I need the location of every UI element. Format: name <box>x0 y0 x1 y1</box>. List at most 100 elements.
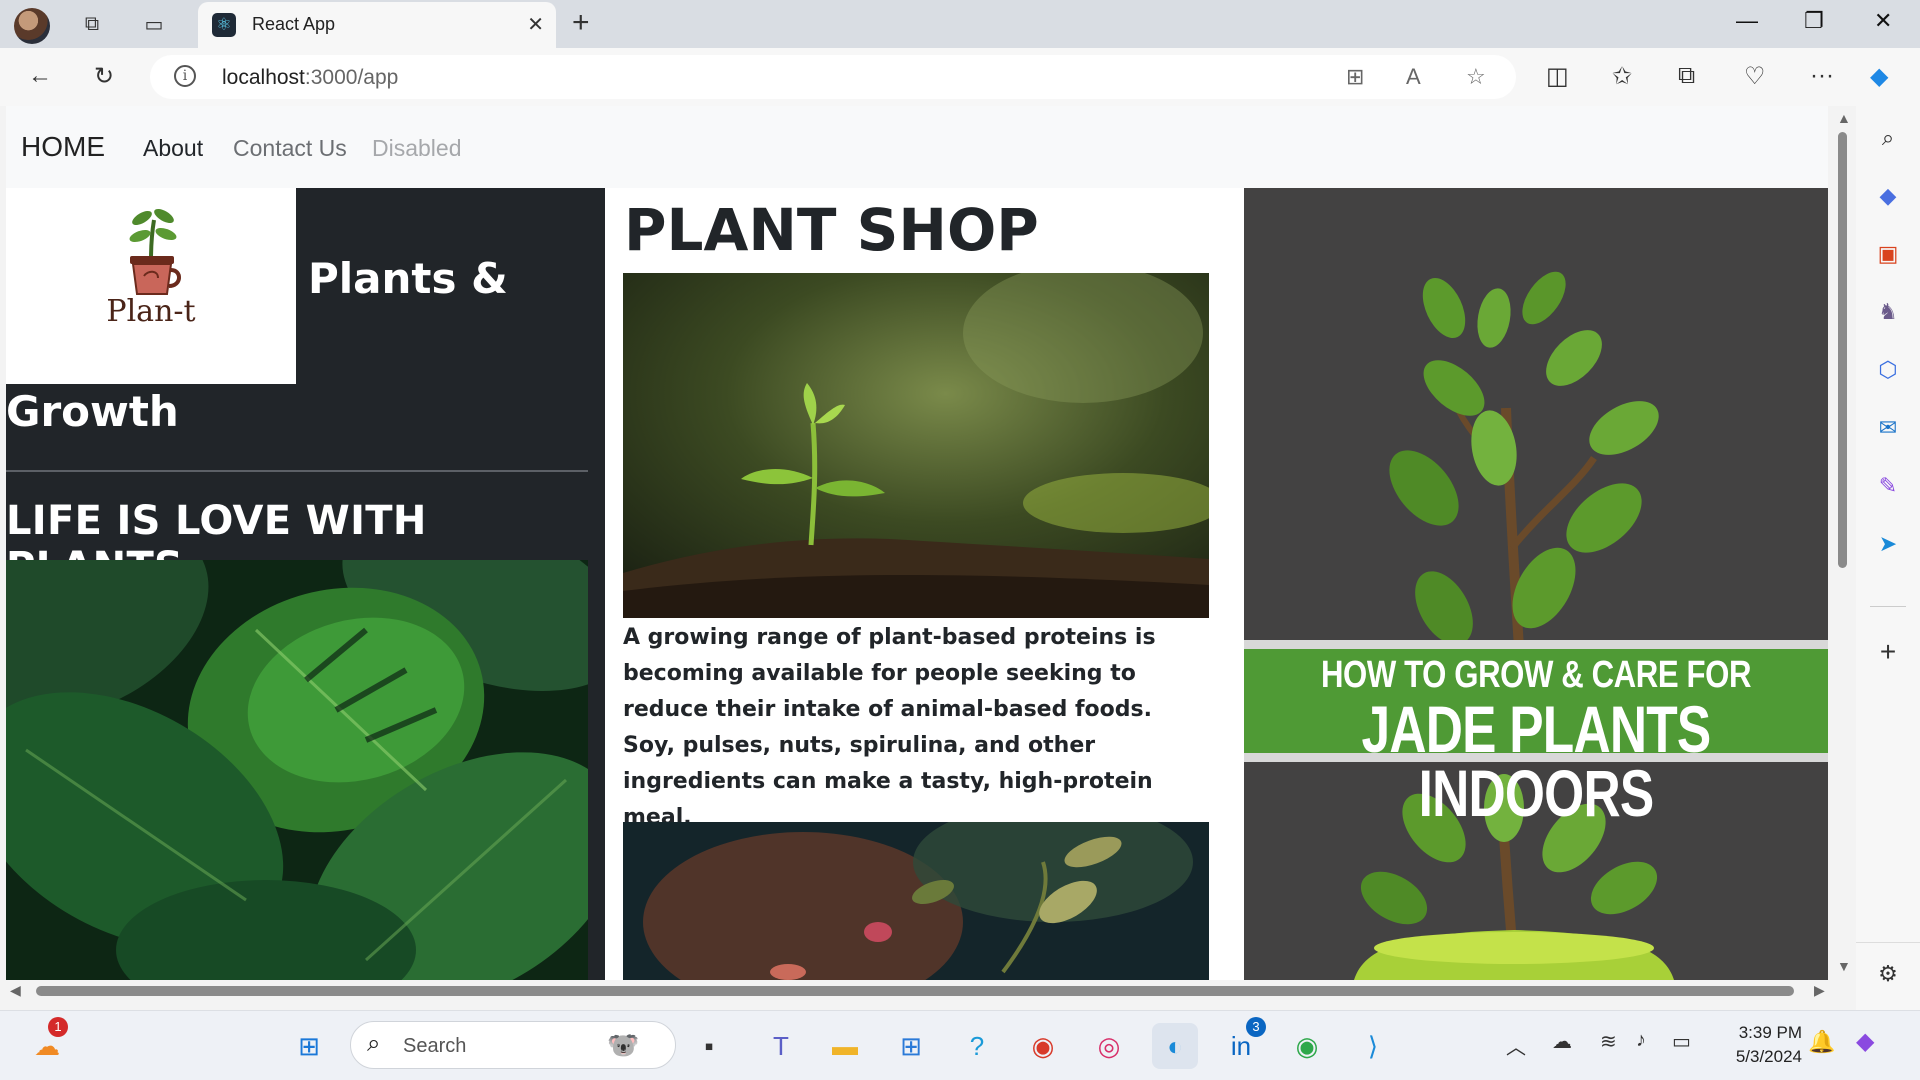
refresh-icon[interactable]: ↻ <box>94 62 114 91</box>
monstera-leaves-image <box>6 560 588 980</box>
new-tab-button[interactable]: + <box>572 8 590 38</box>
plant-pot-logo-icon <box>129 209 181 295</box>
microsoft365-icon[interactable]: ⬡ <box>1872 354 1904 386</box>
chrome-icon[interactable]: ◉ <box>1020 1023 1066 1069</box>
page-viewport: HOME About Contact Us Disabled Plan-t Pl… <box>6 106 1828 980</box>
notification-bell-icon[interactable]: 🔔 <box>1808 1029 1835 1055</box>
address-bar[interactable]: i localhost:3000/app ⊞ A ☆ <box>150 55 1516 99</box>
nav-link-disabled: Disabled <box>372 135 462 161</box>
scroll-right-icon[interactable]: ▶ <box>1814 982 1825 999</box>
heading-plants: Plants & <box>308 254 508 303</box>
edge-sidebar: ⌕ ◆ ▣ ♞ ⬡ ✉ ✎ ➤ + ⚙ <box>1856 106 1920 1010</box>
tab-title: React App <box>252 14 336 34</box>
app-available-icon[interactable]: ⊞ <box>1346 64 1364 90</box>
heading-growth: Growth <box>6 387 179 436</box>
battery-icon[interactable]: ▭ <box>1672 1029 1691 1054</box>
collections-icon[interactable]: ⧉ <box>1678 62 1695 90</box>
restore-icon[interactable]: ❐ <box>1804 8 1824 34</box>
close-window-icon[interactable]: ✕ <box>1874 8 1892 34</box>
koala-highlight-icon: 🐨 <box>607 1030 640 1060</box>
clock-time: 3:39 PM <box>1738 1023 1802 1042</box>
banner-line-1: HOW TO GROW & CARE FOR <box>1320 654 1752 696</box>
page-title: PLANT SHOP <box>624 196 1039 264</box>
navbar-brand[interactable]: HOME <box>21 131 105 163</box>
site-navbar: HOME About Contact Us Disabled <box>6 106 1828 188</box>
windows-taskbar: ☁ 1 ⊞ ⌕ Search 🐨 ▪ T ▬ ⊞ ? ◉ ◎ ◐ in 3 ◉ … <box>0 1010 1920 1080</box>
seedling-image <box>623 273 1209 618</box>
teams-icon[interactable]: T <box>758 1023 804 1069</box>
nav-link-contact[interactable]: Contact Us <box>233 135 347 162</box>
profile-avatar[interactable] <box>14 8 50 44</box>
shopping-tag-icon[interactable]: ◆ <box>1872 180 1904 212</box>
help-icon[interactable]: ? <box>954 1023 1000 1069</box>
search-placeholder: Search <box>403 1035 467 1057</box>
chevron-up-icon[interactable]: ︿ <box>1506 1031 1526 1060</box>
start-windows-icon[interactable]: ⊞ <box>286 1023 332 1069</box>
clock-date: 5/3/2024 <box>1735 1047 1802 1066</box>
split-screen-icon[interactable]: ◫ <box>1546 62 1569 91</box>
clock[interactable]: 3:39 PM 5/3/2024 <box>1724 1021 1802 1069</box>
url-host: localhost <box>222 66 305 89</box>
tab-strip: ⧉ ▭ ⚛ React App ✕ + — ❐ ✕ <box>0 0 1920 48</box>
favorite-star-icon[interactable]: ☆ <box>1466 64 1486 90</box>
settings-gear-icon[interactable]: ⚙ <box>1872 958 1904 990</box>
logo-text: Plan-t <box>106 294 196 329</box>
vscode-icon[interactable]: ⟩ <box>1350 1023 1396 1069</box>
url-path: :3000/app <box>304 66 399 89</box>
instagram-icon[interactable]: ◎ <box>1086 1023 1132 1069</box>
scroll-up-icon[interactable]: ▲ <box>1837 110 1851 126</box>
site-info-icon[interactable]: i <box>174 65 196 87</box>
sidebar-divider <box>1870 606 1906 607</box>
product-description: A growing range of plant-based proteins … <box>623 625 1156 830</box>
sidebar-bottom-divider <box>1856 942 1920 943</box>
scroll-left-icon[interactable]: ◀ <box>10 982 21 999</box>
horizontal-scroll-thumb[interactable] <box>36 986 1794 996</box>
outlook-icon[interactable]: ✉ <box>1872 412 1904 444</box>
minimize-icon[interactable]: — <box>1736 8 1758 34</box>
designer-icon[interactable]: ✎ <box>1872 470 1904 502</box>
left-panel: Plan-t Plants & Growth LIFE IS LOVE WITH… <box>6 188 605 980</box>
url-text[interactable]: localhost:3000/app <box>222 66 398 90</box>
page-content: Plan-t Plants & Growth LIFE IS LOVE WITH… <box>6 188 1828 980</box>
browser-toolbar: ← ↻ i localhost:3000/app ⊞ A ☆ ◫ ✩ ⧉ ♡ ·… <box>0 48 1920 106</box>
sprout-image <box>623 822 1209 980</box>
widget-badge: 1 <box>48 1017 68 1037</box>
more-options-icon[interactable]: ··· <box>1810 62 1834 90</box>
favorites-icon[interactable]: ✩ <box>1612 62 1632 91</box>
task-view-icon[interactable]: ▪ <box>686 1023 732 1069</box>
games-icon[interactable]: ♞ <box>1872 296 1904 328</box>
search-icon[interactable]: ⌕ <box>1872 122 1904 154</box>
close-tab-icon[interactable]: ✕ <box>527 12 544 37</box>
browser-essentials-icon[interactable]: ♡ <box>1744 62 1766 91</box>
back-icon[interactable]: ← <box>28 62 52 90</box>
edge-icon[interactable]: ◐ <box>1152 1023 1198 1069</box>
search-icon: ⌕ <box>367 1030 381 1057</box>
volume-icon[interactable]: ♪ <box>1636 1029 1646 1052</box>
send-icon[interactable]: ➤ <box>1872 528 1904 560</box>
react-favicon-icon: ⚛ <box>212 13 236 37</box>
linkedin-badge: 3 <box>1246 1017 1266 1037</box>
file-explorer-icon[interactable]: ▬ <box>822 1023 868 1069</box>
wifi-icon[interactable]: ≋ <box>1600 1029 1617 1054</box>
nav-link-about[interactable]: About <box>143 135 203 162</box>
jade-plant-banner-image: HOW TO GROW & CARE FOR JADE PLANTS INDOO… <box>1244 188 1828 980</box>
horizontal-scrollbar[interactable]: ◀ ▶ <box>6 980 1834 1002</box>
vertical-tabs-icon[interactable]: ▭ <box>136 8 172 40</box>
copilot-taskbar-icon[interactable]: ◆ <box>1856 1027 1874 1056</box>
active-tab[interactable]: ⚛ React App ✕ <box>198 2 556 48</box>
copilot-icon[interactable]: ◆ <box>1870 62 1888 91</box>
divider <box>6 470 588 472</box>
add-sidebar-icon[interactable]: + <box>1872 636 1904 668</box>
jade-banner-band: HOW TO GROW & CARE FOR JADE PLANTS INDOO… <box>1244 640 1828 826</box>
chrome-profile-icon[interactable]: ◉ <box>1284 1023 1330 1069</box>
onedrive-cloud-icon[interactable]: ☁ <box>1552 1029 1572 1054</box>
workspaces-icon[interactable]: ⧉ <box>74 8 110 40</box>
taskbar-search[interactable]: ⌕ Search 🐨 <box>350 1021 676 1069</box>
tools-icon[interactable]: ▣ <box>1872 238 1904 270</box>
vertical-scroll-thumb[interactable] <box>1838 132 1847 568</box>
vertical-scrollbar[interactable]: ▲ ▼ <box>1834 108 1852 978</box>
read-aloud-icon[interactable]: A <box>1406 64 1421 90</box>
scroll-down-icon[interactable]: ▼ <box>1837 958 1851 974</box>
logo: Plan-t <box>6 188 296 384</box>
microsoft-store-icon[interactable]: ⊞ <box>888 1023 934 1069</box>
